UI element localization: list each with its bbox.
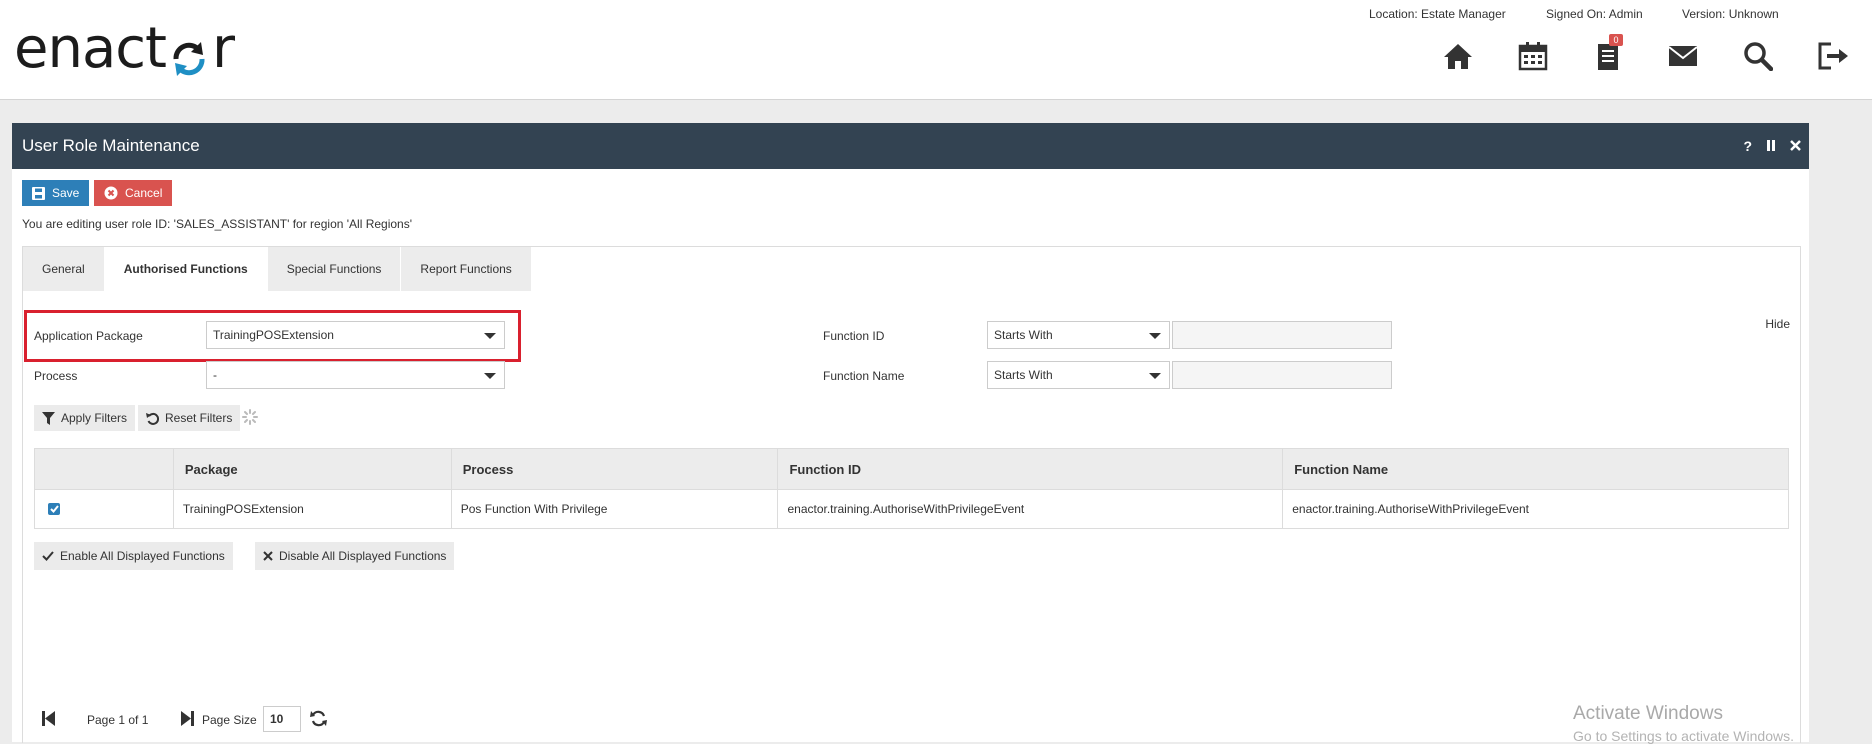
process-label: Process — [34, 369, 78, 383]
tab-report-functions[interactable]: Report Functions — [401, 247, 532, 291]
logo-text-end: r — [212, 15, 235, 81]
save-icon — [32, 186, 45, 200]
version-info: Version: Unknown — [1682, 7, 1779, 21]
panel-title: User Role Maintenance — [22, 136, 200, 155]
enable-all-label: Enable All Displayed Functions — [60, 549, 225, 563]
undo-icon — [146, 412, 159, 425]
function-name-label: Function Name — [823, 369, 905, 383]
disable-all-button[interactable]: Disable All Displayed Functions — [255, 542, 455, 570]
mail-icon[interactable] — [1666, 38, 1700, 74]
reset-filters-label: Reset Filters — [165, 411, 233, 425]
cancel-icon — [104, 186, 118, 200]
filter-icon — [42, 411, 55, 425]
cell-package: TrainingPOSExtension — [172, 489, 452, 529]
cell-function-id: enactor.training.AuthoriseWithPrivilegeE… — [777, 489, 1284, 529]
column-header-process[interactable]: Process — [450, 448, 779, 490]
loading-spinner-icon — [242, 409, 258, 430]
logo-text-start: enact — [14, 15, 167, 81]
chevron-down-icon — [1149, 373, 1161, 379]
home-icon[interactable] — [1441, 38, 1475, 74]
row-checkbox-cell — [34, 489, 174, 529]
first-page-icon[interactable] — [42, 711, 55, 731]
panel-title-bar: User Role Maintenance ? — [12, 123, 1809, 169]
location-info: Location: Estate Manager — [1369, 7, 1506, 21]
save-label: Save — [52, 186, 80, 200]
search-icon[interactable] — [1741, 38, 1775, 74]
column-header-function-name[interactable]: Function Name — [1282, 448, 1789, 490]
logout-icon[interactable] — [1816, 38, 1850, 74]
function-name-input[interactable] — [1172, 361, 1392, 389]
table-row[interactable]: TrainingPOSExtension Pos Function With P… — [34, 489, 1789, 529]
help-button[interactable]: ? — [1743, 138, 1752, 154]
close-icon[interactable] — [1790, 138, 1801, 154]
documents-icon[interactable]: 0 — [1591, 34, 1625, 74]
editing-message: You are editing user role ID: 'SALES_ASS… — [22, 217, 413, 231]
column-header-function-id[interactable]: Function ID — [777, 448, 1284, 490]
x-icon — [263, 551, 273, 561]
logo-sync-o-icon — [168, 29, 210, 76]
highlight-box — [24, 310, 521, 362]
function-name-mode-value: Starts With — [994, 368, 1053, 382]
checkmark-icon — [49, 505, 59, 513]
column-header-select — [34, 448, 174, 490]
reset-filters-button[interactable]: Reset Filters — [138, 405, 241, 431]
chevron-down-icon — [1149, 333, 1161, 339]
cell-function-name: enactor.training.AuthoriseWithPrivilegeE… — [1282, 489, 1789, 529]
user-role-maintenance-panel: User Role Maintenance ? Save Cancel You … — [12, 123, 1809, 743]
enactor-logo[interactable]: enact r — [14, 15, 235, 81]
tab-special-functions[interactable]: Special Functions — [267, 247, 402, 291]
tab-bar: General Authorised Functions Special Fun… — [23, 247, 532, 291]
save-button[interactable]: Save — [22, 180, 90, 206]
check-icon — [42, 551, 54, 561]
pause-icon[interactable] — [1766, 138, 1776, 154]
function-name-mode-select[interactable]: Starts With — [987, 361, 1170, 389]
app-header: enact r Location: Estate Manager Signed O… — [0, 0, 1872, 100]
apply-filters-label: Apply Filters — [61, 411, 128, 425]
hide-filters-link[interactable]: Hide — [1765, 317, 1790, 331]
apply-filters-button[interactable]: Apply Filters — [34, 405, 136, 431]
last-page-icon[interactable] — [181, 711, 194, 731]
page-size-input[interactable]: 10 — [263, 706, 301, 732]
activate-windows-title: Activate Windows — [1573, 703, 1723, 724]
page-size-label: Page Size — [202, 713, 257, 727]
function-id-mode-value: Starts With — [994, 328, 1053, 342]
table-header-row: Package Process Function ID Function Nam… — [34, 448, 1789, 490]
tab-content: General Authorised Functions Special Fun… — [22, 246, 1801, 743]
signed-on-info: Signed On: Admin — [1546, 7, 1643, 21]
functions-table: Package Process Function ID Function Nam… — [34, 448, 1789, 529]
cancel-button[interactable]: Cancel — [94, 180, 173, 206]
tab-authorised-functions[interactable]: Authorised Functions — [104, 247, 268, 291]
cell-process: Pos Function With Privilege — [450, 489, 779, 529]
function-id-input[interactable] — [1172, 321, 1392, 349]
page-indicator: Page 1 of 1 — [87, 713, 149, 727]
column-header-package[interactable]: Package — [172, 448, 452, 490]
process-value: - — [213, 368, 217, 382]
tab-general[interactable]: General — [23, 247, 105, 291]
enable-all-button[interactable]: Enable All Displayed Functions — [34, 542, 233, 570]
refresh-icon[interactable] — [310, 710, 327, 732]
documents-badge: 0 — [1609, 34, 1623, 46]
function-id-mode-select[interactable]: Starts With — [987, 321, 1170, 349]
cancel-label: Cancel — [125, 186, 163, 200]
chevron-down-icon — [484, 373, 496, 379]
function-id-label: Function ID — [823, 329, 885, 343]
process-select[interactable]: - — [206, 361, 505, 389]
calendar-icon[interactable] — [1516, 38, 1550, 74]
disable-all-label: Disable All Displayed Functions — [279, 549, 447, 563]
enabled-checkbox[interactable] — [48, 503, 60, 515]
